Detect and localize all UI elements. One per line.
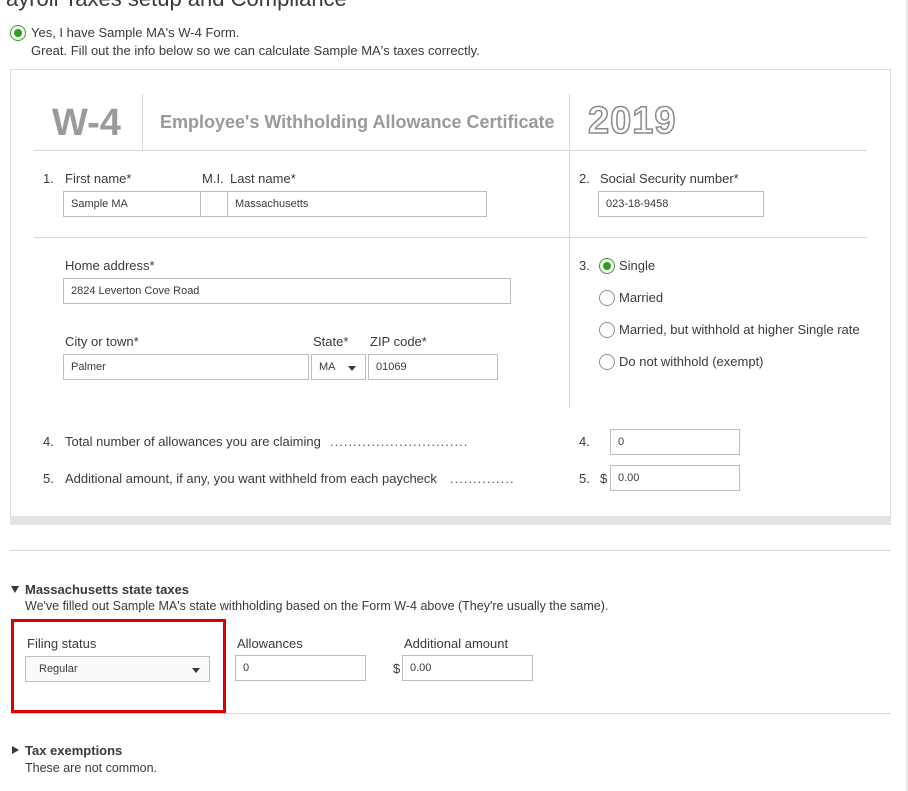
- column-divider: [569, 94, 570, 408]
- header-divider: [142, 94, 143, 150]
- filing-status-chevron-down-icon: [192, 668, 200, 673]
- mi-label: M.I.: [202, 171, 224, 186]
- home-address-label: Home address*: [65, 258, 155, 273]
- married-higher-single-radio[interactable]: [599, 322, 615, 338]
- line3-number: 3.: [579, 258, 590, 273]
- last-name-label: Last name*: [230, 171, 296, 186]
- line4-number-right: 4.: [579, 434, 590, 449]
- zip-input[interactable]: 01069: [368, 354, 498, 380]
- state-chevron-down-icon: [348, 366, 356, 371]
- additional-withheld-label: Additional amount, if any, you want with…: [65, 471, 437, 486]
- city-input[interactable]: Palmer: [63, 354, 309, 380]
- single-label: Single: [619, 258, 656, 273]
- line5-number-right: 5.: [579, 471, 590, 486]
- exempt-label: Do not withhold (exempt): [619, 354, 764, 369]
- line5-dot-leader: ..............: [450, 471, 515, 486]
- state-label: State*: [313, 334, 349, 349]
- tax-exemptions-description: These are not common.: [25, 761, 158, 775]
- state-section-rule: [10, 550, 891, 551]
- header-rule: [34, 150, 867, 151]
- state-allowances-label: Allowances: [237, 636, 303, 651]
- line4-dot-leader: ..............................: [330, 434, 469, 449]
- confirm-w4-label: Yes, I have Sample MA's W-4 Form.: [31, 25, 240, 40]
- tax-exemptions-heading[interactable]: Tax exemptions: [25, 743, 122, 758]
- line2-number: 2.: [579, 171, 590, 186]
- first-name-label: First name*: [65, 171, 132, 186]
- line5-currency: $: [600, 471, 608, 486]
- first-name-input[interactable]: Sample MA: [63, 191, 201, 217]
- married-radio[interactable]: [599, 290, 615, 306]
- last-name-input[interactable]: Massachusetts: [227, 191, 487, 217]
- allowances-claim-input[interactable]: 0: [610, 429, 740, 455]
- page-title: ayroll Taxes setup and Compliance: [6, 0, 347, 12]
- w4-certificate-title: Employee's Withholding Allowance Certifi…: [160, 112, 555, 132]
- ssn-input[interactable]: 023-18-9458: [598, 191, 764, 217]
- line4-number: 4.: [43, 434, 54, 449]
- exemptions-section-rule: [10, 713, 891, 714]
- state-additional-currency: $: [393, 661, 401, 676]
- state-additional-input[interactable]: 0.00: [402, 655, 533, 681]
- married-higher-single-label: Married, but withhold at higher Single r…: [619, 322, 860, 337]
- state-select[interactable]: MA: [311, 354, 366, 380]
- expand-triangle-right-icon[interactable]: [12, 746, 19, 754]
- filing-status-label: Filing status: [27, 636, 97, 651]
- zip-label: ZIP code*: [370, 334, 427, 349]
- single-radio[interactable]: [599, 258, 615, 274]
- married-label: Married: [619, 290, 664, 305]
- w4-form-code: W-4: [52, 102, 121, 144]
- state-taxes-heading[interactable]: Massachusetts state taxes: [25, 582, 189, 597]
- line1-number: 1.: [43, 171, 54, 186]
- filing-status-select[interactable]: Regular: [25, 656, 210, 682]
- line5-number: 5.: [43, 471, 54, 486]
- w4-year: 2019: [587, 99, 677, 143]
- exempt-radio[interactable]: [599, 354, 615, 370]
- city-label: City or town*: [65, 334, 139, 349]
- w4-form-footer-bar: [10, 516, 891, 525]
- state-taxes-description: We've filled out Sample MA's state withh…: [25, 599, 609, 613]
- state-select-value: MA: [319, 361, 336, 373]
- allowances-claim-label: Total number of allowances you are claim…: [65, 434, 321, 449]
- home-address-input[interactable]: 2824 Leverton Cove Road: [63, 278, 511, 304]
- confirm-w4-radio[interactable]: [10, 25, 26, 41]
- ssn-label: Social Security number*: [600, 171, 739, 186]
- state-additional-label: Additional amount: [404, 636, 509, 651]
- additional-withheld-input[interactable]: 0.00: [610, 465, 740, 491]
- collapse-triangle-down-icon[interactable]: [11, 586, 19, 593]
- state-allowances-input[interactable]: 0: [235, 655, 366, 681]
- section-rule: [34, 237, 867, 238]
- filing-status-value: Regular: [39, 663, 78, 675]
- mi-input[interactable]: [200, 191, 228, 217]
- confirm-w4-sublabel: Great. Fill out the info below so we can…: [31, 43, 480, 58]
